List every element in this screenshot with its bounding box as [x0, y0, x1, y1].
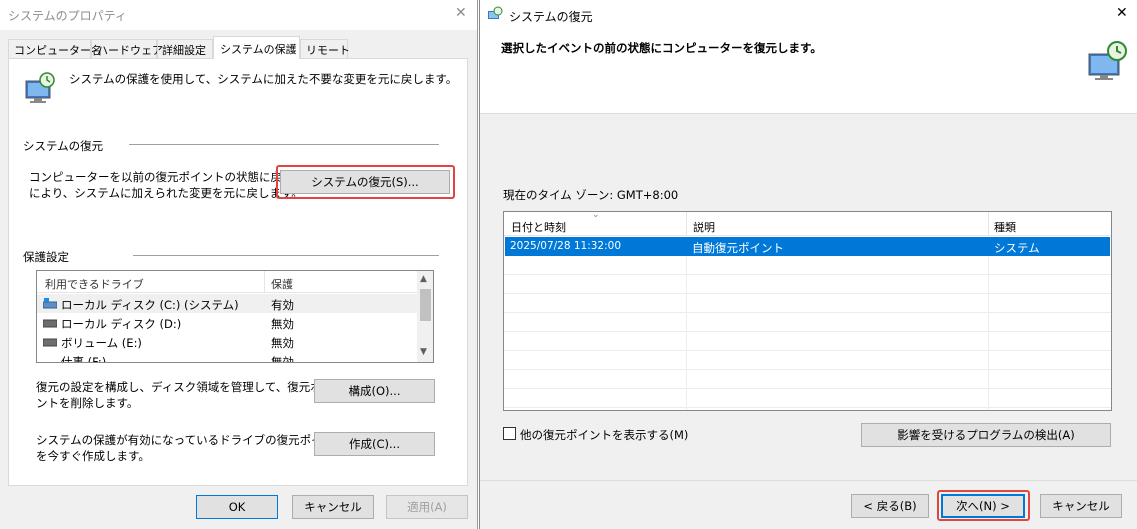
- drives-list-header: 利用できるドライブ 保護: [37, 271, 417, 293]
- scan-affected-programs-button[interactable]: 影響を受けるプログラムの検出(A): [861, 423, 1111, 447]
- tab-remote[interactable]: リモート: [300, 39, 350, 58]
- drive-status: 無効: [271, 317, 294, 331]
- table-header: ⌄ 日付と時刻 説明 種類: [504, 212, 1111, 236]
- create-desc-line2: を今すぐ作成します。: [36, 449, 150, 463]
- scroll-thumb[interactable]: [420, 289, 431, 321]
- drive-name: ローカル ディスク (C:) (システム): [61, 298, 239, 312]
- column-divider: [264, 271, 265, 293]
- restore-section-divider: [129, 144, 439, 145]
- drive-status: 有効: [271, 298, 294, 312]
- footer-divider: [480, 480, 1137, 481]
- drive-row[interactable]: ローカル ディスク (C:) (システム) 有効: [37, 294, 417, 313]
- scroll-up-icon[interactable]: ▲: [420, 274, 427, 284]
- create-desc-line1: システムの保護が有効になっているドライブの復元ポイント: [36, 433, 346, 447]
- button-label: 影響を受けるプログラムの検出(A): [897, 428, 1075, 442]
- button-label: 次へ(N) >: [956, 499, 1010, 513]
- drive-row[interactable]: 仕事 (F:) 無効: [37, 351, 417, 363]
- wizard-header: 選択したイベントの前の状態にコンピューターを復元します。: [480, 30, 1137, 114]
- tab-hardware[interactable]: ハードウェア: [91, 39, 163, 58]
- drive-icon: [42, 337, 58, 347]
- drives-list[interactable]: 利用できるドライブ 保護 ローカル ディスク (C:) (システム) 有効 ロー…: [36, 270, 434, 363]
- scroll-down-icon[interactable]: ▼: [420, 347, 427, 357]
- column-header-drive[interactable]: 利用できるドライブ: [45, 276, 144, 292]
- system-restore-icon: [1086, 38, 1130, 82]
- next-button[interactable]: 次へ(N) >: [941, 494, 1025, 518]
- tab-advanced[interactable]: 詳細設定: [157, 39, 213, 58]
- restore-section-label: システムの復元: [23, 139, 104, 153]
- button-label: キャンセル: [1052, 499, 1110, 513]
- drive-icon: [42, 318, 58, 328]
- tab-strip: コンピューター名 ハードウェア 詳細設定 システムの保護 リモート: [8, 36, 468, 59]
- table-row[interactable]: 2025/07/28 11:32:00 自動復元ポイント システム: [505, 237, 1110, 256]
- drive-row[interactable]: ボリューム (E:) 無効: [37, 332, 417, 351]
- restore-points-table[interactable]: ⌄ 日付と時刻 説明 種類 2025/07/28 11:32:00 自動復元ポイ…: [503, 211, 1112, 411]
- close-icon[interactable]: ✕: [455, 5, 467, 21]
- timezone-label: 現在のタイム ゾーン: GMT+8:00: [503, 188, 679, 202]
- tab-label: コンピューター名: [14, 44, 102, 57]
- system-restore-app-icon: [487, 6, 503, 22]
- cancel-button[interactable]: キャンセル: [1040, 494, 1122, 518]
- title-bar: システムのプロパティ ✕: [0, 0, 477, 30]
- configure-desc-line2: ントを削除します。: [36, 396, 139, 410]
- show-more-label[interactable]: 他の復元ポイントを表示する(M): [520, 427, 688, 443]
- column-header-protection[interactable]: 保護: [271, 276, 293, 292]
- system-restore-button[interactable]: システムの復元(S)...: [280, 170, 450, 194]
- drive-row[interactable]: ローカル ディスク (D:) 無効: [37, 313, 417, 332]
- title-bar: システムの復元 ✕: [480, 0, 1137, 30]
- protection-section-label: 保護設定: [23, 250, 69, 264]
- empty-grid: [504, 256, 1111, 410]
- tab-computer-name[interactable]: コンピューター名: [8, 39, 102, 58]
- intro-text: システムの保護を使用して、システムに加えた不要な変更を元に戻します。: [69, 72, 458, 86]
- window-title: システムのプロパティ: [8, 9, 127, 23]
- system-drive-icon: [42, 298, 58, 309]
- apply-button: 適用(A): [386, 495, 468, 519]
- tab-page: システムの保護を使用して、システムに加えた不要な変更を元に戻します。 システムの…: [8, 58, 468, 486]
- button-label: キャンセル: [304, 500, 362, 514]
- button-label: < 戻る(B): [863, 499, 917, 513]
- button-label: 構成(O)...: [348, 384, 401, 398]
- create-button[interactable]: 作成(C)...: [314, 432, 435, 456]
- ok-button[interactable]: OK: [196, 495, 278, 519]
- tab-label: システムの保護: [220, 43, 297, 56]
- system-restore-window: システムの復元 ✕ 選択したイベントの前の状態にコンピューターを復元します。 現…: [479, 0, 1137, 529]
- protection-section-divider: [133, 255, 439, 256]
- restore-desc-line2: により、システムに加えられた変更を元に戻します。: [29, 186, 303, 200]
- system-protection-icon: [23, 71, 57, 105]
- drive-status: 無効: [271, 336, 294, 350]
- configure-button[interactable]: 構成(O)...: [314, 379, 435, 403]
- drives-scrollbar[interactable]: ▲ ▼: [417, 271, 433, 362]
- close-icon[interactable]: ✕: [1116, 5, 1128, 21]
- column-divider: [686, 212, 687, 236]
- wizard-heading: 選択したイベントの前の状態にコンピューターを復元します。: [501, 41, 822, 55]
- button-label: 作成(C)...: [349, 437, 400, 451]
- system-properties-window: システムのプロパティ ✕ コンピューター名 ハードウェア 詳細設定 システムの保…: [0, 0, 478, 529]
- row-description: 自動復元ポイント: [692, 241, 784, 255]
- window-title: システムの復元: [509, 10, 593, 24]
- drive-name: ローカル ディスク (D:): [61, 317, 182, 331]
- column-header-description[interactable]: 説明: [693, 219, 715, 235]
- cancel-button[interactable]: キャンセル: [292, 495, 374, 519]
- configure-desc-line1: 復元の設定を構成し、ディスク領域を管理して、復元ポイ: [36, 380, 334, 394]
- column-header-date[interactable]: 日付と時刻: [511, 219, 566, 235]
- button-label: システムの復元(S)...: [311, 175, 419, 189]
- drive-name: 仕事 (F:): [61, 355, 107, 363]
- tab-system-protection[interactable]: システムの保護: [213, 36, 300, 59]
- button-label: OK: [228, 500, 246, 514]
- column-divider: [988, 212, 989, 236]
- back-button[interactable]: < 戻る(B): [851, 494, 929, 518]
- sort-chevron-icon: ⌄: [592, 211, 600, 220]
- show-more-checkbox[interactable]: [503, 427, 516, 440]
- tab-label: ハードウェア: [97, 44, 163, 57]
- drive-name: ボリューム (E:): [61, 336, 142, 350]
- column-header-type[interactable]: 種類: [994, 219, 1016, 235]
- row-date: 2025/07/28 11:32:00: [510, 240, 622, 252]
- tab-label: 詳細設定: [162, 44, 206, 57]
- restore-desc-line1: コンピューターを以前の復元ポイントの状態に戻すこと: [29, 170, 317, 184]
- tab-label: リモート: [306, 44, 350, 57]
- row-type: システム: [994, 241, 1040, 255]
- button-label: 適用(A): [407, 500, 447, 514]
- drive-status: 無効: [271, 355, 294, 363]
